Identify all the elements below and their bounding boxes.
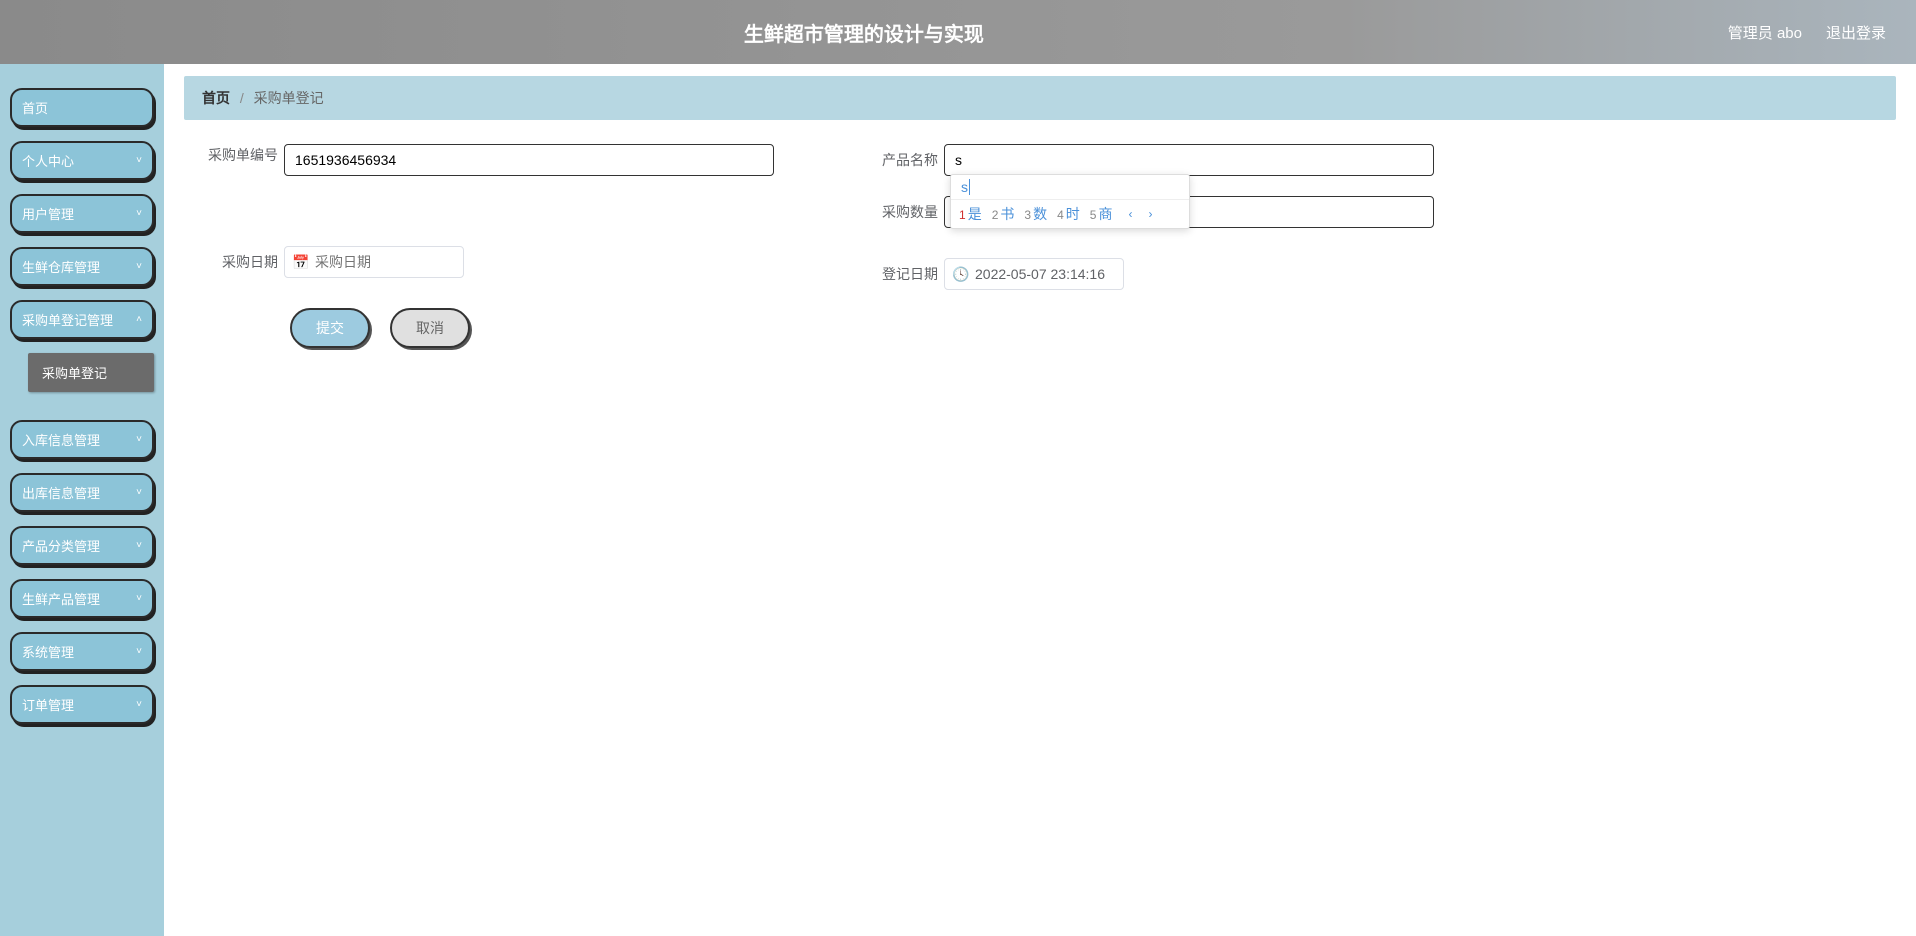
clock-icon: 🕓 [952, 266, 969, 283]
register-date-input[interactable] [944, 258, 1124, 290]
purchase-date-label: 采购日期 [204, 246, 284, 278]
submit-button[interactable]: 提交 [290, 308, 370, 348]
order-no-input[interactable] [284, 144, 774, 176]
ime-candidate[interactable]: 2书 [992, 204, 1015, 224]
chevron-down-icon: ˅ [136, 699, 142, 710]
chevron-down-icon: ˅ [136, 593, 142, 604]
sidebar-item-10[interactable]: 订单管理 ˅ [10, 685, 154, 724]
product-name-input[interactable] [944, 144, 1434, 176]
sidebar-item-label: 生鲜产品管理 [22, 589, 100, 608]
sidebar-item-label: 个人中心 [22, 151, 74, 170]
header: 生鲜超市管理的设计与实现 管理员 abo 退出登录 [0, 0, 1916, 64]
cancel-button[interactable]: 取消 [390, 308, 470, 348]
sidebar-item-3[interactable]: 生鲜仓库管理 ˅ [10, 247, 154, 286]
sidebar-item-6[interactable]: 出库信息管理 ˅ [10, 473, 154, 512]
sidebar-item-label: 订单管理 [22, 695, 74, 714]
sidebar-item-5[interactable]: 入库信息管理 ˅ [10, 420, 154, 459]
chevron-down-icon: ˅ [136, 155, 142, 166]
ime-next-icon[interactable]: › [1148, 207, 1152, 221]
ime-popup: s 1是 2书 3数 4时 5商 ‹ › [950, 174, 1190, 229]
order-no-label: 采购单编号 [204, 144, 284, 166]
chevron-down-icon: ˅ [136, 434, 142, 445]
sidebar-subitem[interactable]: 采购单登记 [28, 353, 154, 392]
sidebar-item-label: 采购单登记管理 [22, 310, 113, 329]
sidebar-item-label: 出库信息管理 [22, 483, 100, 502]
ime-raw-input: s [951, 175, 1189, 200]
user-label[interactable]: 管理员 abo [1728, 22, 1802, 43]
calendar-icon: 📅 [292, 254, 309, 271]
chevron-down-icon: ˅ [136, 487, 142, 498]
register-date-label: 登记日期 [864, 258, 944, 290]
chevron-down-icon: ˅ [136, 646, 142, 657]
sidebar-item-label: 入库信息管理 [22, 430, 100, 449]
ime-candidate[interactable]: 3数 [1024, 204, 1047, 224]
logout-link[interactable]: 退出登录 [1826, 22, 1886, 43]
breadcrumb: 首页 / 采购单登记 [184, 76, 1896, 120]
quantity-label: 采购数量 [864, 196, 944, 228]
sidebar-item-label: 产品分类管理 [22, 536, 100, 555]
sidebar-item-1[interactable]: 个人中心 ˅ [10, 141, 154, 180]
sidebar: 首页个人中心˅用户管理˅生鲜仓库管理˅采购单登记管理˄采购单登记入库信息管理˅出… [0, 64, 164, 936]
sidebar-item-label: 用户管理 [22, 204, 74, 223]
main-content: 首页 / 采购单登记 采购单编号 采购日期 📅 提交 [164, 64, 1916, 936]
sidebar-item-label: 系统管理 [22, 642, 74, 661]
ime-candidate[interactable]: 5商 [1090, 204, 1113, 224]
sidebar-item-label: 生鲜仓库管理 [22, 257, 100, 276]
ime-candidate[interactable]: 4时 [1057, 204, 1080, 224]
sidebar-item-label: 首页 [22, 98, 48, 117]
breadcrumb-home[interactable]: 首页 [202, 90, 230, 106]
breadcrumb-sep: / [240, 90, 244, 106]
sidebar-item-7[interactable]: 产品分类管理 ˅ [10, 526, 154, 565]
ime-prev-icon[interactable]: ‹ [1128, 207, 1132, 221]
breadcrumb-current: 采购单登记 [254, 90, 324, 106]
sidebar-item-8[interactable]: 生鲜产品管理 ˅ [10, 579, 154, 618]
chevron-down-icon: ˅ [136, 261, 142, 272]
sidebar-item-9[interactable]: 系统管理 ˅ [10, 632, 154, 671]
app-title: 生鲜超市管理的设计与实现 [0, 18, 1728, 47]
sidebar-item-4[interactable]: 采购单登记管理 ˄ [10, 300, 154, 339]
product-name-label: 产品名称 [864, 144, 944, 176]
purchase-date-input[interactable] [284, 246, 464, 278]
ime-candidate[interactable]: 1是 [959, 204, 982, 224]
chevron-down-icon: ˄ [136, 314, 142, 325]
chevron-down-icon: ˅ [136, 540, 142, 551]
sidebar-item-0[interactable]: 首页 [10, 88, 154, 127]
chevron-down-icon: ˅ [136, 208, 142, 219]
sidebar-item-2[interactable]: 用户管理 ˅ [10, 194, 154, 233]
